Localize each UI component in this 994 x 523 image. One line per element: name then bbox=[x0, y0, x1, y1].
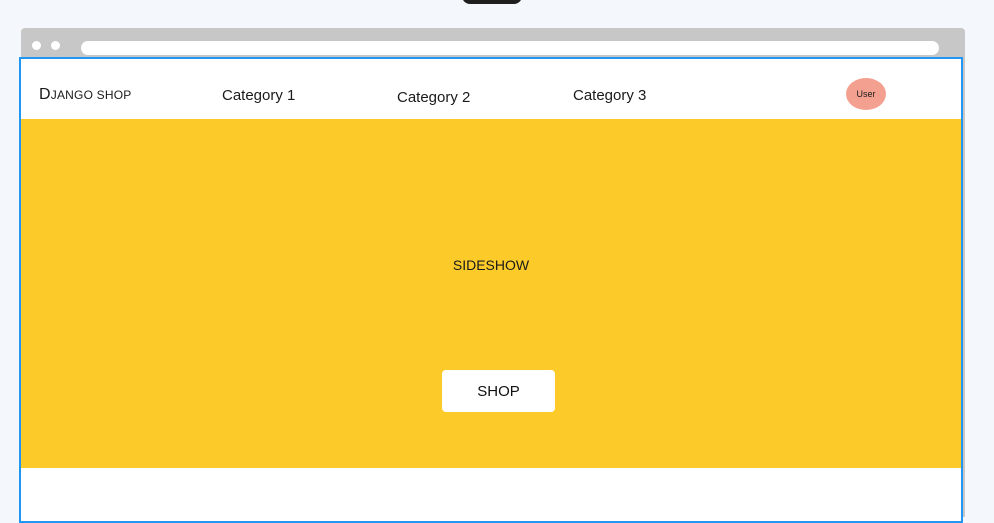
brand-name: JANGO SHOP bbox=[50, 88, 132, 102]
user-avatar-label: User bbox=[856, 89, 876, 99]
nav-link-category-1[interactable]: Category 1 bbox=[222, 87, 295, 104]
hero-slideshow: SIDESHOW SHOP bbox=[21, 119, 961, 468]
page-viewport: DJANGO SHOP Category 1 Category 2 Catego… bbox=[19, 57, 963, 523]
address-bar[interactable] bbox=[81, 41, 939, 55]
user-avatar-button[interactable]: User bbox=[846, 78, 886, 110]
nav-link-category-2[interactable]: Category 2 bbox=[397, 89, 470, 106]
nav-link-category-3[interactable]: Category 3 bbox=[573, 87, 646, 104]
hero-title: SIDESHOW bbox=[452, 257, 530, 273]
brand-initial: D bbox=[39, 86, 51, 103]
shop-button[interactable]: SHOP bbox=[442, 370, 555, 412]
navbar: DJANGO SHOP Category 1 Category 2 Catego… bbox=[21, 69, 961, 119]
top-tab-handle bbox=[462, 0, 522, 4]
brand-logo[interactable]: DJANGO SHOP bbox=[39, 86, 131, 104]
window-control-dot[interactable] bbox=[51, 41, 60, 50]
window-control-dot[interactable] bbox=[32, 41, 41, 50]
